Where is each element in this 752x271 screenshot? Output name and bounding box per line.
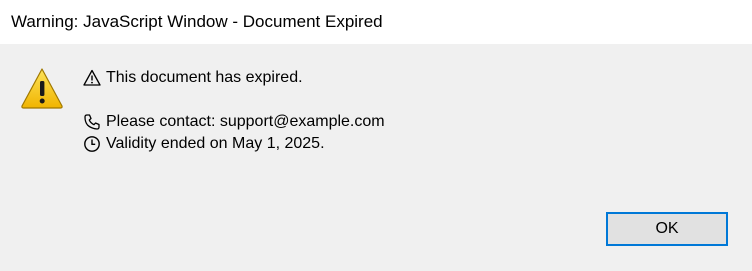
warning-outline-icon xyxy=(82,68,102,88)
validity-message: Validity ended on May 1, 2025. xyxy=(82,132,325,156)
focus-rect xyxy=(609,215,725,243)
title-bar[interactable]: Warning: JavaScript Window - Document Ex… xyxy=(0,0,752,44)
expired-text: This document has expired. xyxy=(106,69,303,86)
clock-icon xyxy=(82,134,102,154)
warning-triangle-icon xyxy=(21,68,63,109)
contact-message: Please contact: support@example.com xyxy=(82,110,385,134)
phone-icon xyxy=(82,112,102,132)
dialog-window: Warning: JavaScript Window - Document Ex… xyxy=(0,0,752,271)
validity-text: Validity ended on May 1, 2025. xyxy=(106,135,325,152)
window-title: Warning: JavaScript Window - Document Ex… xyxy=(11,12,383,31)
expired-message: This document has expired. xyxy=(82,66,303,90)
contact-text: Please contact: support@example.com xyxy=(106,113,385,130)
ok-button[interactable]: OK xyxy=(606,212,728,246)
